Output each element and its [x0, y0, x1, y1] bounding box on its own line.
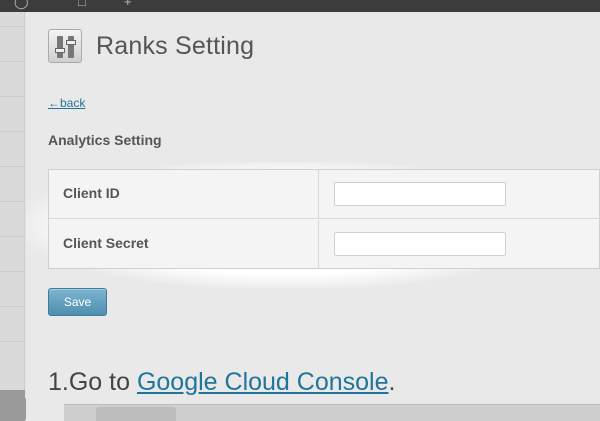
admin-sidebar — [0, 12, 35, 421]
sidebar-item-current[interactable] — [0, 390, 25, 421]
page-title: Ranks Setting — [96, 31, 255, 60]
step-1-prefix: 1.Go to — [48, 368, 137, 396]
back-link[interactable]: ←back — [48, 96, 85, 110]
client-id-label: Client ID — [49, 170, 319, 219]
step-1-heading: 1.Go to Google Cloud Console. — [48, 368, 395, 397]
main-content: Ranks Setting ←back Analytics Setting Cl… — [26, 12, 600, 421]
table-row: Client ID — [49, 170, 600, 219]
settings-table: Client ID Client Secret — [48, 169, 600, 269]
settings-sliders-icon — [48, 29, 82, 63]
comments-icon[interactable]: ◯ — [14, 0, 29, 10]
client-secret-field[interactable] — [334, 232, 506, 256]
client-secret-label: Client Secret — [49, 220, 319, 269]
new-item-icon[interactable]: + — [124, 0, 132, 9]
section-heading: Analytics Setting — [48, 132, 162, 148]
table-row: Client Secret — [49, 220, 600, 269]
save-button[interactable]: Save — [48, 288, 107, 316]
client-id-field[interactable] — [334, 182, 506, 206]
screenshot-panel — [64, 404, 600, 421]
admin-bar: ◯ □ + — [0, 0, 600, 12]
bubble-icon[interactable]: □ — [78, 0, 86, 9]
step-1-suffix: . — [388, 368, 396, 396]
google-cloud-console-link[interactable]: Google Cloud Console — [137, 368, 389, 396]
page-header: Ranks Setting — [48, 28, 254, 64]
